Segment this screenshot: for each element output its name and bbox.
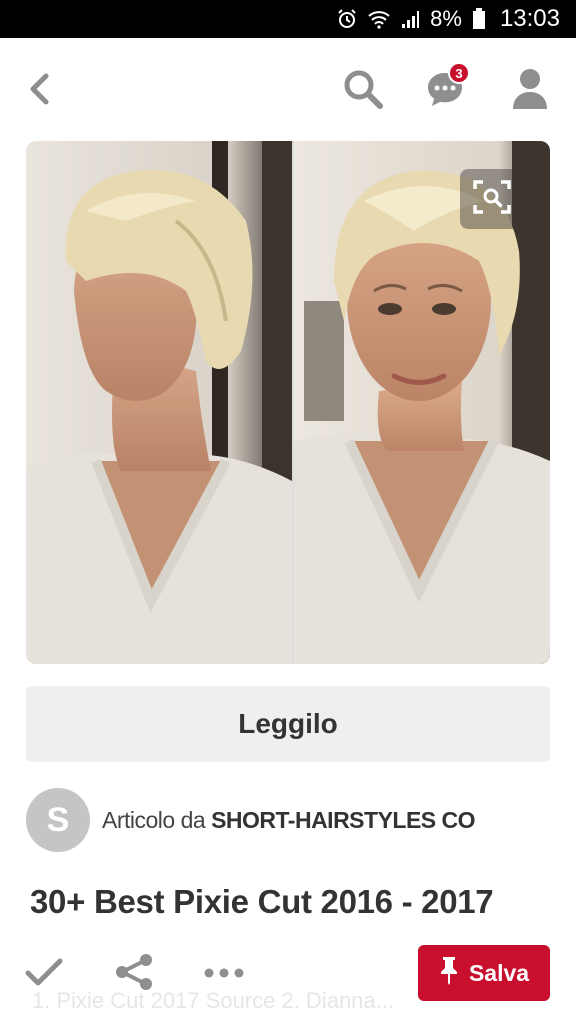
- pin-title: 30+ Best Pixie Cut 2016 - 2017: [30, 883, 494, 920]
- visual-search-icon: [472, 179, 512, 220]
- source-row[interactable]: S Articolo da SHORT-HAIRSTYLES CO: [26, 788, 476, 852]
- source-name[interactable]: SHORT-HAIRSTYLES CO: [211, 807, 475, 833]
- signal-icon: [400, 9, 420, 29]
- pin-icon: [439, 955, 459, 991]
- source-prefix: Articolo da: [102, 806, 212, 833]
- messages-button[interactable]: 3: [420, 62, 470, 116]
- search-button[interactable]: [338, 66, 388, 116]
- check-icon: [25, 957, 63, 992]
- search-icon: [342, 68, 384, 115]
- save-button[interactable]: Salva: [418, 945, 550, 1001]
- wifi-icon: [368, 9, 390, 29]
- save-label: Salva: [468, 959, 530, 986]
- source-avatar[interactable]: S: [26, 788, 90, 852]
- more-options-button[interactable]: [202, 952, 246, 996]
- chevron-left-icon: [27, 72, 51, 111]
- share-icon: [114, 953, 154, 996]
- more-dots-icon: [204, 965, 244, 983]
- profile-button[interactable]: [505, 66, 555, 116]
- person-icon: [512, 68, 548, 115]
- alarm-icon: [336, 8, 358, 30]
- photo-profile-view: [26, 141, 292, 664]
- share-button[interactable]: [112, 952, 156, 996]
- back-button[interactable]: [14, 66, 64, 116]
- top-nav: 3: [0, 38, 576, 138]
- battery-percent: 8%: [430, 6, 462, 31]
- source-text[interactable]: Articolo da SHORT-HAIRSTYLES CO: [102, 806, 476, 834]
- messages-badge: 3: [448, 62, 470, 84]
- visual-search-button[interactable]: [460, 169, 524, 229]
- tried-it-button[interactable]: [22, 952, 66, 996]
- status-bar: 8% 13:03: [0, 0, 576, 38]
- clock: 13:03: [499, 5, 560, 32]
- pin-image[interactable]: [26, 141, 550, 664]
- read-button[interactable]: Leggilo: [26, 686, 550, 762]
- bottom-toolbar: Salva: [0, 940, 576, 1010]
- battery-icon: [472, 8, 486, 30]
